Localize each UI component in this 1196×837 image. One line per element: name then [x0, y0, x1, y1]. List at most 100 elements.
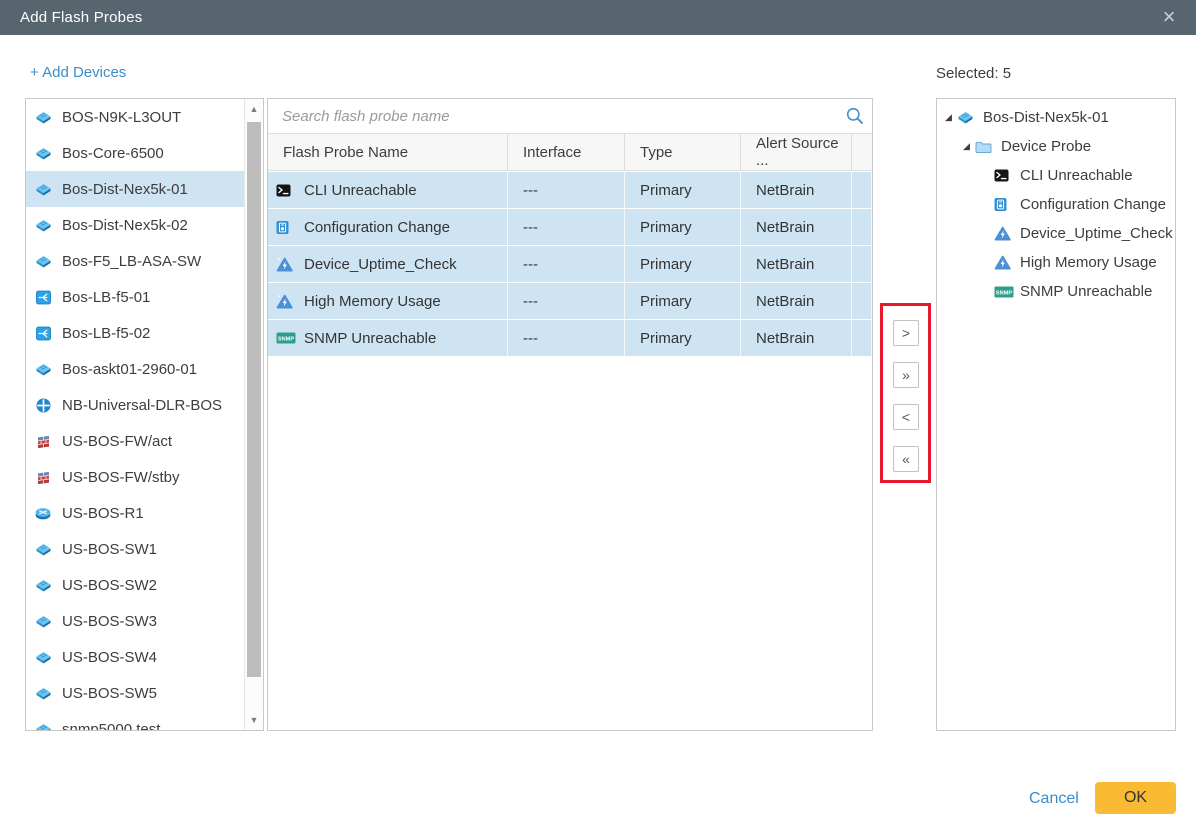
probe-name-cell: CLI Unreachable: [268, 172, 508, 208]
svg-text:SNMP: SNMP: [278, 336, 294, 342]
add-flash-probes-dialog: Add Flash Probes × + Add Devices BOS-N9K…: [0, 0, 1196, 837]
device-list-item[interactable]: US-BOS-SW3: [26, 603, 244, 639]
device-list-item[interactable]: Bos-Dist-Nex5k-02: [26, 207, 244, 243]
switch-icon: [957, 111, 980, 124]
probe-table-panel: Flash Probe Name Interface Type Alert So…: [267, 98, 873, 731]
probe-type-cell: Primary: [625, 246, 741, 282]
search-icon[interactable]: [838, 106, 872, 126]
tree-node-probe[interactable]: High Memory Usage: [937, 248, 1175, 277]
device-list-item[interactable]: NB-Universal-DLR-BOS: [26, 387, 244, 423]
switch-icon: [34, 253, 52, 270]
alert-icon: [276, 257, 298, 272]
device-list-item[interactable]: snmp5000 test: [26, 711, 244, 730]
device-list-item[interactable]: Bos-askt01-2960-01: [26, 351, 244, 387]
probe-table-row[interactable]: Configuration Change---PrimaryNetBrain: [268, 209, 872, 245]
add-devices-link[interactable]: + Add Devices: [30, 64, 126, 81]
probe-interface-cell: ---: [508, 283, 625, 319]
probe-alert-source-cell: NetBrain: [741, 320, 852, 356]
cancel-button[interactable]: Cancel: [1029, 790, 1079, 808]
selected-tree: ◢ Bos-Dist-Nex5k-01 ◢ Device Probe CLI U…: [937, 99, 1175, 306]
probe-spacer-cell: [852, 209, 872, 245]
scrollbar-thumb[interactable]: [247, 122, 261, 677]
config-icon: [276, 220, 298, 235]
tree-node-device-probe[interactable]: ◢ Device Probe: [937, 132, 1175, 161]
expander-icon[interactable]: ◢: [945, 112, 957, 123]
column-header-name[interactable]: Flash Probe Name: [268, 134, 508, 170]
probe-name-cell: Configuration Change: [268, 209, 508, 245]
tree-group-label: Device Probe: [1001, 138, 1091, 155]
probe-name-cell: High Memory Usage: [268, 283, 508, 319]
search-input[interactable]: [268, 99, 838, 133]
device-label: US-BOS-SW4: [62, 649, 157, 666]
device-label: US-BOS-SW5: [62, 685, 157, 702]
probe-name-cell: SNMPSNMP Unreachable: [268, 320, 508, 356]
device-label: snmp5000 test: [62, 721, 160, 731]
move-left-button[interactable]: <: [893, 404, 919, 430]
tree-node-probe[interactable]: Configuration Change: [937, 190, 1175, 219]
probe-table-row[interactable]: CLI Unreachable---PrimaryNetBrain: [268, 172, 872, 208]
device-list-item[interactable]: US-BOS-FW/stby: [26, 459, 244, 495]
move-all-right-button[interactable]: »: [893, 362, 919, 388]
device-list-item[interactable]: US-BOS-SW4: [26, 639, 244, 675]
switch-icon: [34, 109, 52, 126]
device-list-panel: BOS-N9K-L3OUTBos-Core-6500Bos-Dist-Nex5k…: [25, 98, 264, 731]
device-list-item[interactable]: Bos-LB-f5-01: [26, 279, 244, 315]
device-label: Bos-LB-f5-01: [62, 289, 150, 306]
device-list-item[interactable]: BOS-N9K-L3OUT: [26, 99, 244, 135]
probe-table-row[interactable]: High Memory Usage---PrimaryNetBrain: [268, 283, 872, 319]
loadbalancer-icon: [34, 289, 52, 306]
expander-icon[interactable]: ◢: [963, 141, 975, 152]
probe-type-cell: Primary: [625, 209, 741, 245]
tree-probe-label: High Memory Usage: [1020, 254, 1157, 271]
probe-table-row[interactable]: Device_Uptime_Check---PrimaryNetBrain: [268, 246, 872, 282]
switch-icon: [34, 217, 52, 234]
device-label: US-BOS-FW/stby: [62, 469, 180, 486]
device-label: US-BOS-SW1: [62, 541, 157, 558]
cli-icon: [276, 184, 298, 197]
probe-alert-source-cell: NetBrain: [741, 283, 852, 319]
move-all-left-button[interactable]: «: [893, 446, 919, 472]
device-list-item[interactable]: US-BOS-FW/act: [26, 423, 244, 459]
device-list-item[interactable]: US-BOS-SW2: [26, 567, 244, 603]
device-list-item[interactable]: US-BOS-R1: [26, 495, 244, 531]
tree-probe-label: CLI Unreachable: [1020, 167, 1133, 184]
device-list-item[interactable]: Bos-LB-f5-02: [26, 315, 244, 351]
close-icon[interactable]: ×: [1154, 0, 1184, 35]
switch-icon: [34, 577, 52, 594]
probe-interface-cell: ---: [508, 320, 625, 356]
tree-node-probe[interactable]: SNMP SNMP Unreachable: [937, 277, 1175, 306]
selected-count-label: Selected: 5: [936, 65, 1011, 82]
ok-button[interactable]: OK: [1095, 782, 1176, 814]
firewall-icon: [34, 469, 52, 486]
scroll-up-icon[interactable]: ▲: [245, 101, 263, 117]
device-list-item[interactable]: Bos-Dist-Nex5k-01: [26, 171, 244, 207]
column-header-interface[interactable]: Interface: [508, 134, 625, 170]
probe-alert-source-cell: NetBrain: [741, 209, 852, 245]
device-list-scrollbar[interactable]: ▲ ▼: [244, 99, 263, 730]
device-list-item[interactable]: US-BOS-SW1: [26, 531, 244, 567]
device-list-item[interactable]: Bos-F5_LB-ASA-SW: [26, 243, 244, 279]
probe-table-header: Flash Probe Name Interface Type Alert So…: [268, 134, 872, 171]
device-label: US-BOS-R1: [62, 505, 144, 522]
device-list-item[interactable]: US-BOS-SW5: [26, 675, 244, 711]
svg-text:SNMP: SNMP: [996, 290, 1012, 296]
probe-table-row[interactable]: SNMPSNMP Unreachable---PrimaryNetBrain: [268, 320, 872, 356]
tree-probe-label: SNMP Unreachable: [1020, 283, 1152, 300]
tree-node-device[interactable]: ◢ Bos-Dist-Nex5k-01: [937, 103, 1175, 132]
device-list-item[interactable]: Bos-Core-6500: [26, 135, 244, 171]
probe-interface-cell: ---: [508, 246, 625, 282]
switch-icon: [34, 361, 52, 378]
column-header-type[interactable]: Type: [625, 134, 741, 170]
scroll-down-icon[interactable]: ▼: [245, 712, 263, 728]
switch-icon: [34, 145, 52, 162]
probe-spacer-cell: [852, 320, 872, 356]
config-icon: [994, 197, 1017, 212]
move-right-button[interactable]: >: [893, 320, 919, 346]
column-header-alert-source[interactable]: Alert Source ...: [741, 134, 852, 170]
device-label: US-BOS-SW2: [62, 577, 157, 594]
cli-icon: [994, 169, 1017, 182]
tree-node-probe[interactable]: Device_Uptime_Check: [937, 219, 1175, 248]
device-label: Bos-Dist-Nex5k-02: [62, 217, 188, 234]
tree-node-probe[interactable]: CLI Unreachable: [937, 161, 1175, 190]
tree-device-label: Bos-Dist-Nex5k-01: [983, 109, 1109, 126]
